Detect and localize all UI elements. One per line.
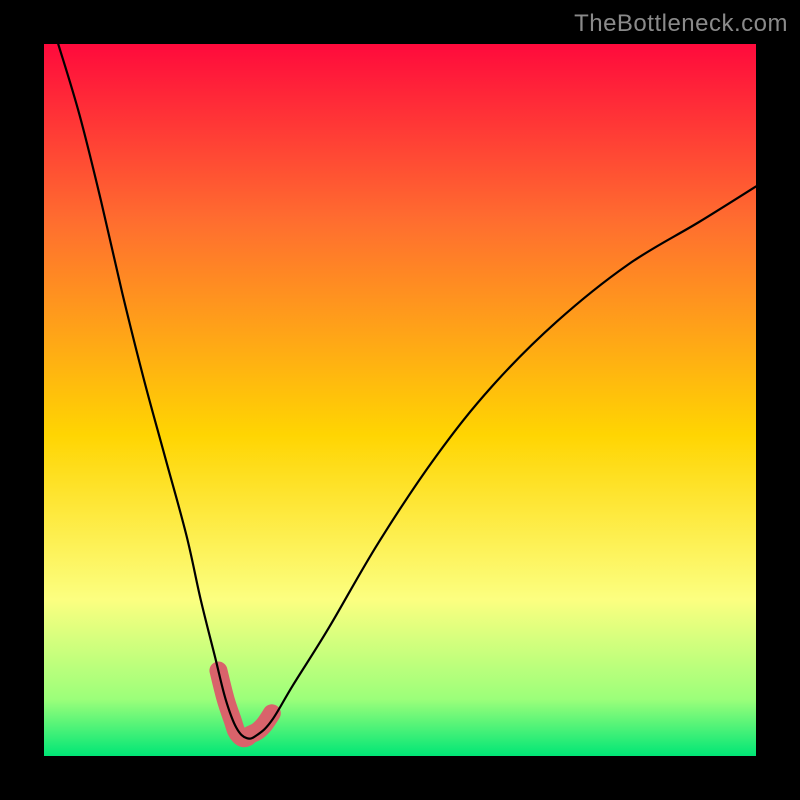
watermark-text: TheBottleneck.com: [574, 10, 788, 38]
chart-svg: [44, 44, 756, 756]
gradient-background: [44, 44, 756, 756]
chart-frame: TheBottleneck.com: [0, 0, 800, 800]
plot-area: [44, 44, 756, 756]
